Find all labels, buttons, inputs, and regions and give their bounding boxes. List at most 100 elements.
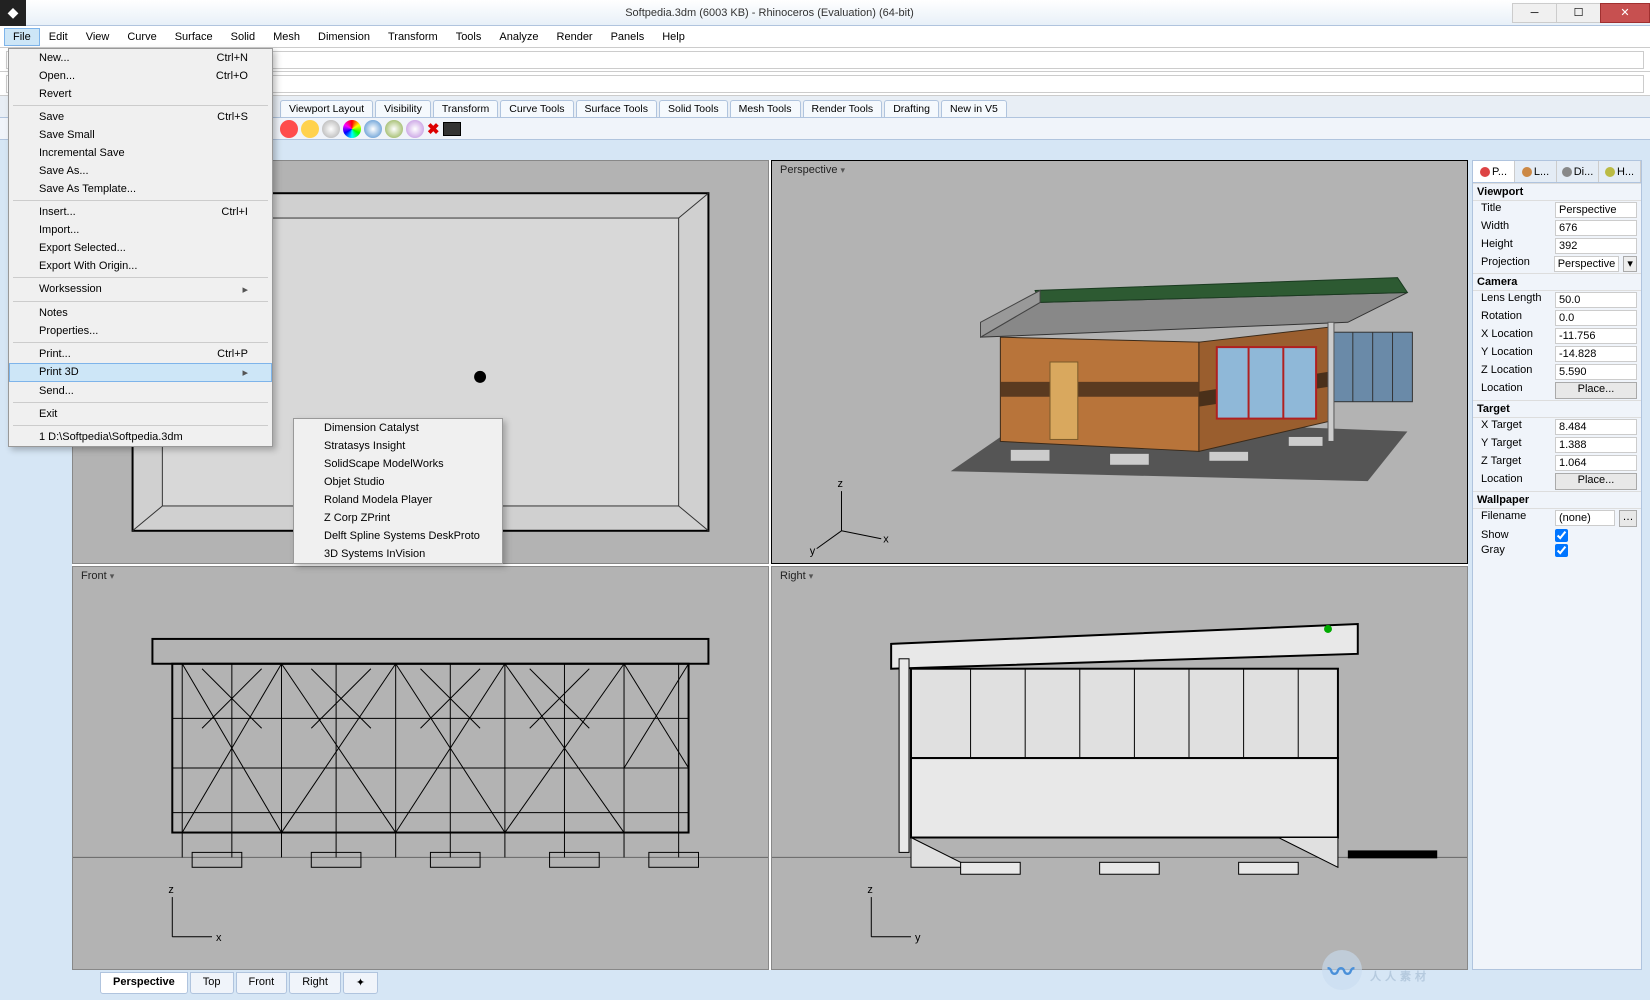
section-camera: Camera	[1473, 273, 1641, 291]
dropdown-icon[interactable]: ▾	[1623, 256, 1637, 272]
submenuitem-3d-systems-invision[interactable]: 3D Systems InVision	[294, 545, 502, 563]
button-location[interactable]: Place...	[1555, 473, 1637, 490]
button-location[interactable]: Place...	[1555, 382, 1637, 399]
value-lens-length[interactable]: 50.0	[1555, 292, 1637, 308]
viewtab-top[interactable]: Top	[190, 972, 234, 994]
menuitem-worksession[interactable]: Worksession▸	[9, 280, 272, 299]
menu-panels[interactable]: Panels	[602, 28, 654, 46]
value-height[interactable]: 392	[1555, 238, 1637, 254]
tooltab-transform[interactable]: Transform	[433, 100, 498, 117]
viewtab-perspective[interactable]: Perspective	[100, 972, 188, 994]
menuitem-incremental-save[interactable]: Incremental Save	[9, 144, 272, 162]
menuitem-import-[interactable]: Import...	[9, 221, 272, 239]
menuitem-insert-[interactable]: Insert...Ctrl+I	[9, 203, 272, 221]
menu-surface[interactable]: Surface	[166, 28, 222, 46]
close-button[interactable]: ✕	[1600, 3, 1650, 23]
menu-edit[interactable]: Edit	[40, 28, 77, 46]
menu-transform[interactable]: Transform	[379, 28, 447, 46]
menuitem-save-as-[interactable]: Save As...	[9, 162, 272, 180]
cancel-icon[interactable]: ✖	[427, 120, 440, 138]
checkbox-show[interactable]	[1555, 529, 1568, 542]
menuitem-export-with-origin-[interactable]: Export With Origin...	[9, 257, 272, 275]
menuitem-notes[interactable]: Notes	[9, 304, 272, 322]
checkbox-gray[interactable]	[1555, 544, 1568, 557]
viewport-perspective[interactable]: Perspective ▾	[771, 160, 1468, 564]
menuitem-send-[interactable]: Send...	[9, 382, 272, 400]
viewtab-add[interactable]: ✦	[343, 972, 378, 994]
submenuitem-stratasys-insight[interactable]: Stratasys Insight	[294, 437, 502, 455]
tooltab-visibility[interactable]: Visibility	[375, 100, 431, 117]
tooltab-drafting[interactable]: Drafting	[884, 100, 939, 117]
submenuitem-delft-spline-systems-deskproto[interactable]: Delft Spline Systems DeskProto	[294, 527, 502, 545]
menu-help[interactable]: Help	[653, 28, 694, 46]
viewtab-right[interactable]: Right	[289, 972, 341, 994]
value-y-target[interactable]: 1.388	[1555, 437, 1637, 453]
viewport-label-right[interactable]: Right ▾	[776, 569, 817, 583]
maximize-button[interactable]: ☐	[1556, 3, 1601, 23]
value-x-target[interactable]: 8.484	[1555, 419, 1637, 435]
menuitem-revert[interactable]: Revert	[9, 85, 272, 103]
tooltab-mesh-tools[interactable]: Mesh Tools	[730, 100, 801, 117]
submenuitem-dimension-catalyst[interactable]: Dimension Catalyst	[294, 419, 502, 437]
menu-mesh[interactable]: Mesh	[264, 28, 309, 46]
submenuitem-objet-studio[interactable]: Objet Studio	[294, 473, 502, 491]
sphere-rainbow-icon[interactable]	[343, 120, 361, 138]
value-x-location[interactable]: -11.756	[1555, 328, 1637, 344]
paneltab-0[interactable]: P...	[1473, 161, 1515, 182]
value-width[interactable]: 676	[1555, 220, 1637, 236]
sphere-green-icon[interactable]	[385, 120, 403, 138]
menuitem-export-selected-[interactable]: Export Selected...	[9, 239, 272, 257]
menu-view[interactable]: View	[77, 28, 119, 46]
menu-analyze[interactable]: Analyze	[490, 28, 547, 46]
menuitem-new-[interactable]: New...Ctrl+N	[9, 49, 272, 67]
submenuitem-roland-modela-player[interactable]: Roland Modela Player	[294, 491, 502, 509]
value-z-target[interactable]: 1.064	[1555, 455, 1637, 471]
sphere-red-icon[interactable]	[280, 120, 298, 138]
menu-render[interactable]: Render	[548, 28, 602, 46]
viewtab-front[interactable]: Front	[236, 972, 288, 994]
value-rotation[interactable]: 0.0	[1555, 310, 1637, 326]
value-filename[interactable]: (none)	[1555, 510, 1615, 526]
browse-button[interactable]: …	[1619, 510, 1637, 527]
tooltab-new-in-v5[interactable]: New in V5	[941, 100, 1007, 117]
viewport-front[interactable]: Front ▾	[72, 566, 769, 970]
tooltab-curve-tools[interactable]: Curve Tools	[500, 100, 573, 117]
value-title[interactable]: Perspective	[1555, 202, 1637, 218]
prop-y-target: Y Target1.388	[1473, 436, 1641, 454]
tooltab-surface-tools[interactable]: Surface Tools	[576, 100, 657, 117]
menuitem-save[interactable]: SaveCtrl+S	[9, 108, 272, 126]
menuitem-save-as-template-[interactable]: Save As Template...	[9, 180, 272, 198]
tooltab-render-tools[interactable]: Render Tools	[803, 100, 883, 117]
menuitem-properties-[interactable]: Properties...	[9, 322, 272, 340]
value-y-location[interactable]: -14.828	[1555, 346, 1637, 362]
value-projection[interactable]: Perspective	[1554, 256, 1619, 272]
viewport-label-front[interactable]: Front ▾	[77, 569, 118, 583]
sphere-yellow-icon[interactable]	[301, 120, 319, 138]
tooltab-solid-tools[interactable]: Solid Tools	[659, 100, 728, 117]
value-z-location[interactable]: 5.590	[1555, 364, 1637, 380]
menuitem-print-3d[interactable]: Print 3D▸	[9, 363, 272, 382]
minimize-button[interactable]: ─	[1512, 3, 1557, 23]
menuitem-exit[interactable]: Exit	[9, 405, 272, 423]
menu-curve[interactable]: Curve	[118, 28, 165, 46]
sphere-blue-icon[interactable]	[364, 120, 382, 138]
menu-dimension[interactable]: Dimension	[309, 28, 379, 46]
sphere-gray-icon[interactable]	[322, 120, 340, 138]
menu-file[interactable]: File	[4, 28, 40, 46]
menuitem-print-[interactable]: Print...Ctrl+P	[9, 345, 272, 363]
viewport-label-perspective[interactable]: Perspective ▾	[776, 163, 849, 177]
submenuitem-z-corp-zprint[interactable]: Z Corp ZPrint	[294, 509, 502, 527]
menuitem-open-[interactable]: Open...Ctrl+O	[9, 67, 272, 85]
paneltab-2[interactable]: Di...	[1557, 161, 1599, 182]
monitor-icon[interactable]	[443, 122, 461, 136]
submenuitem-solidscape-modelworks[interactable]: SolidScape ModelWorks	[294, 455, 502, 473]
menuitem-save-small[interactable]: Save Small	[9, 126, 272, 144]
menu-tools[interactable]: Tools	[447, 28, 491, 46]
paneltab-3[interactable]: H...	[1599, 161, 1641, 182]
tooltab-viewport-layout[interactable]: Viewport Layout	[280, 100, 373, 117]
menuitem-1-d-softpedia-softpedia-3dm[interactable]: 1 D:\Softpedia\Softpedia.3dm	[9, 428, 272, 446]
paneltab-1[interactable]: L...	[1515, 161, 1557, 182]
sphere-purple-icon[interactable]	[406, 120, 424, 138]
viewport-right[interactable]: Right ▾ z y	[771, 566, 1468, 970]
menu-solid[interactable]: Solid	[222, 28, 264, 46]
